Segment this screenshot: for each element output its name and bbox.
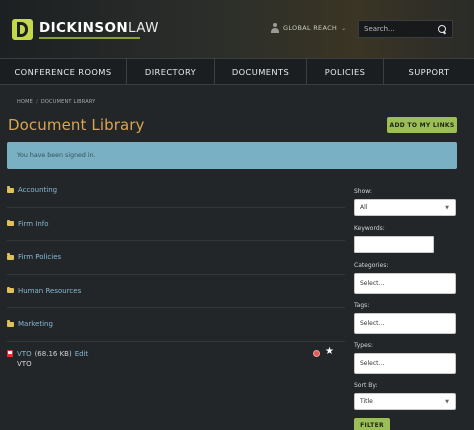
show-value: All <box>360 204 368 211</box>
search-box <box>358 20 453 38</box>
search-icon[interactable] <box>438 25 446 33</box>
chevron-down-icon: ⌄ <box>341 24 347 32</box>
site-header: DICKINSONLAW GLOBAL REACH ⌄ <box>0 0 474 58</box>
folder-item[interactable]: Firm Info <box>7 208 345 241</box>
main-nav: CONFERENCE ROOMS DIRECTORY DOCUMENTS POL… <box>0 58 474 85</box>
filter-button[interactable]: FILTER <box>354 418 390 430</box>
tags-select[interactable]: Select... <box>354 313 456 334</box>
signed-in-alert: You have been signed in. <box>7 142 457 169</box>
folder-label: Marketing <box>18 320 53 329</box>
brand-logo[interactable]: DICKINSONLAW <box>39 20 159 36</box>
pdf-file-icon <box>7 350 13 357</box>
breadcrumb-current: DOCUMENT LIBRARY <box>40 99 96 105</box>
sort-by-label: Sort By: <box>354 382 378 389</box>
user-icon <box>270 23 280 33</box>
folder-icon <box>7 219 14 227</box>
filter-panel: Show: All ▼ Keywords: Categories: Select… <box>354 188 456 430</box>
tags-label: Tags: <box>354 302 370 309</box>
page-title: Document Library <box>8 116 145 134</box>
folder-label: Human Resources <box>18 286 82 295</box>
keywords-label: Keywords: <box>354 225 385 232</box>
sort-by-value: Title <box>360 398 373 405</box>
types-value: Select... <box>360 360 385 367</box>
nav-item-conference-rooms[interactable]: CONFERENCE ROOMS <box>0 59 127 84</box>
caret-down-icon: ▼ <box>445 205 449 211</box>
region-selector[interactable]: GLOBAL REACH ⌄ <box>270 23 346 33</box>
types-label: Types: <box>354 342 373 349</box>
search-input[interactable] <box>359 25 433 33</box>
folder-icon <box>7 253 14 260</box>
categories-select[interactable]: Select... <box>354 273 456 294</box>
document-item: VTO (68.16 KB) Edit VTO ★ <box>7 342 345 382</box>
keywords-input[interactable] <box>354 236 434 253</box>
breadcrumb: HOME / DOCUMENT LIBRARY <box>17 99 95 105</box>
star-icon[interactable]: ★ <box>325 346 334 357</box>
folder-label: Firm Info <box>18 219 49 228</box>
logo-icon[interactable] <box>12 19 33 40</box>
nav-item-support[interactable]: SUPPORT <box>384 59 474 84</box>
breadcrumb-separator: / <box>35 99 38 105</box>
region-label: GLOBAL REACH <box>283 24 338 32</box>
document-list: Accounting Firm Info Firm Policies Human… <box>7 174 345 382</box>
remove-icon[interactable] <box>313 349 320 357</box>
tags-value: Select... <box>360 320 385 327</box>
folder-item[interactable]: Human Resources <box>7 275 345 308</box>
document-subtitle: VTO <box>17 359 32 368</box>
nav-item-policies[interactable]: POLICIES <box>307 59 384 84</box>
folder-label: Firm Policies <box>18 253 62 262</box>
show-select[interactable]: All ▼ <box>354 199 456 216</box>
categories-label: Categories: <box>354 262 389 269</box>
document-size: (68.16 KB) <box>34 349 72 358</box>
nav-item-directory[interactable]: DIRECTORY <box>127 59 215 84</box>
categories-value: Select... <box>360 280 385 287</box>
alert-text: You have been signed in. <box>17 152 96 159</box>
show-label: Show: <box>354 188 372 195</box>
caret-down-icon: ▼ <box>445 399 449 405</box>
folder-item[interactable]: Marketing <box>7 308 345 342</box>
folder-icon <box>7 186 14 193</box>
breadcrumb-home[interactable]: HOME <box>17 99 33 105</box>
brand-name-light: LAW <box>128 20 159 36</box>
brand-name-bold: DICKINSON <box>39 20 129 36</box>
folder-icon <box>7 286 14 294</box>
document-edit-link[interactable]: Edit <box>75 350 89 358</box>
logo-underline <box>39 37 140 39</box>
folder-item[interactable]: Firm Policies <box>7 241 345 275</box>
nav-item-documents[interactable]: DOCUMENTS <box>215 59 307 84</box>
document-link[interactable]: VTO <box>17 350 32 358</box>
types-select[interactable]: Select... <box>354 353 456 374</box>
add-to-my-links-button[interactable]: ADD TO MY LINKS <box>387 117 457 133</box>
folder-icon <box>7 320 14 327</box>
folder-label: Accounting <box>18 186 58 195</box>
sort-by-select[interactable]: Title ▼ <box>354 393 456 410</box>
folder-item[interactable]: Accounting <box>7 174 345 208</box>
